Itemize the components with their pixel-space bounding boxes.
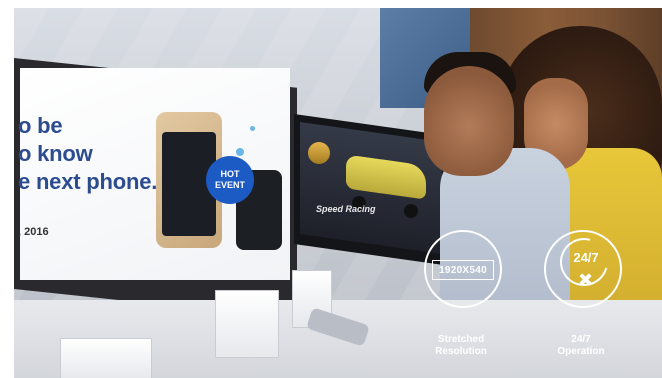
product-box — [60, 338, 152, 378]
display-headline: o be o know e next phone. — [18, 112, 168, 196]
feature-label-line: Operation — [557, 346, 605, 357]
feature-label-line: Resolution — [435, 346, 487, 357]
operation-label: 24/7 Operation — [536, 334, 626, 358]
headline-line: e next phone. — [18, 169, 158, 194]
clock-tools-icon: 24/7 — [573, 250, 599, 265]
headline-line: o be — [18, 113, 63, 138]
hot-event-badge: HOT EVENT — [206, 156, 254, 204]
left-border — [0, 0, 14, 378]
product-photo: o be o know e next phone. , 2016 HOT EVE… — [0, 0, 662, 378]
feature-label-line: 24/7 — [571, 334, 591, 345]
feature-label-line: Stretched — [437, 334, 485, 345]
resolution-label: Stretched Resolution — [416, 334, 506, 358]
decor-dot — [250, 126, 255, 131]
man-face — [424, 66, 514, 176]
top-border — [0, 0, 662, 8]
badge-line: HOT — [220, 169, 240, 179]
game-title: Speed Racing — [316, 204, 376, 214]
resolution-badge-icon: 1920X540 — [432, 260, 494, 280]
badge-line: EVENT — [214, 180, 245, 190]
headline-line: o know — [18, 141, 93, 166]
game-emblem — [308, 142, 330, 164]
wrench-icon: ✖ — [578, 270, 594, 290]
decor-dot — [236, 148, 244, 156]
car-wheel — [404, 204, 418, 218]
product-box — [215, 290, 279, 358]
display-date: , 2016 — [18, 226, 49, 238]
